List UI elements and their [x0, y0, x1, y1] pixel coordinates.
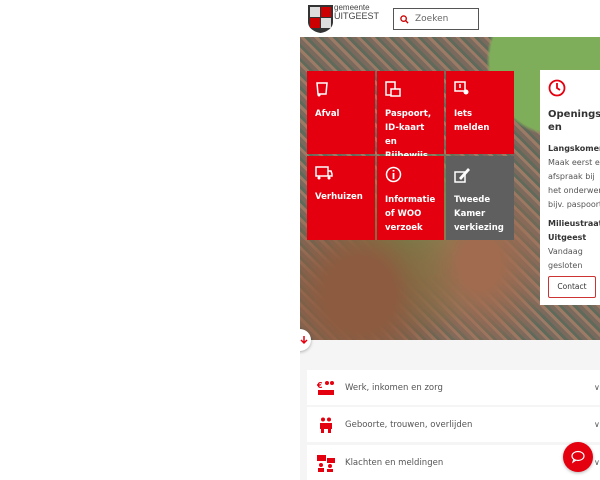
- search-input[interactable]: Zoeken: [393, 8, 479, 30]
- report-location-icon: [454, 81, 469, 95]
- coat-of-arms-logo[interactable]: [307, 4, 334, 33]
- clock-icon: [548, 79, 566, 97]
- topics-section: € Werk, inkomen en zorg ∨ Geboorte, trouwe…: [300, 340, 600, 480]
- info-icon: [385, 166, 402, 183]
- tile-verhuizen[interactable]: Verhuizen: [307, 156, 375, 240]
- complaints-icon: [317, 454, 335, 472]
- accordion-label: Geboorte, trouwen, overlijden: [345, 419, 473, 430]
- tile-label: Informatie of WOO verzoek: [385, 195, 436, 233]
- opening-title: Openingstijden: [548, 109, 600, 133]
- chevron-down-icon: ∨: [594, 420, 600, 429]
- tile-iets-melden[interactable]: Iets melden: [446, 71, 514, 154]
- opening-subtitle: Langskomen?: [548, 144, 600, 153]
- family-icon: [320, 417, 332, 433]
- opening-status: gesloten: [548, 261, 583, 270]
- tile-afval[interactable]: Afval: [307, 71, 375, 154]
- tile-label: Tweede Kamer verkiezing: [454, 195, 504, 233]
- search-placeholder: Zoeken: [415, 14, 449, 24]
- header: gemeente UITGEEST Zoeken: [300, 0, 600, 37]
- contact-button[interactable]: Contact: [548, 276, 596, 298]
- work-income-icon: €: [317, 380, 334, 395]
- vote-icon: [454, 168, 470, 183]
- svg-text:€: €: [317, 381, 323, 390]
- chevron-down-icon: ∨: [594, 383, 600, 392]
- opening-text: Maak eerst een: [548, 158, 600, 167]
- accordion-werk[interactable]: € Werk, inkomen en zorg ∨: [307, 370, 600, 405]
- accordion-label: Werk, inkomen en zorg: [345, 382, 443, 393]
- tile-label: Iets melden: [454, 109, 490, 133]
- tile-label: Verhuizen: [315, 192, 363, 202]
- opening-hours-panel: Openingstijden Langskomen? Maak eerst ee…: [540, 70, 600, 305]
- moving-truck-icon: [315, 166, 333, 180]
- location-name: Milieustraat: [548, 219, 600, 228]
- tile-label: Afval: [315, 109, 340, 119]
- chat-bubble-icon: [571, 450, 585, 464]
- search-icon: [400, 14, 409, 24]
- hero-aerial-image: Afval Paspoort, ID-kaart en Rijbewijs Ie…: [300, 37, 600, 340]
- opening-text: bijv. paspoort: [548, 200, 600, 209]
- chat-button[interactable]: [563, 442, 593, 472]
- location-name: Uitgeest: [548, 233, 587, 242]
- logo-text: gemeente UITGEEST: [334, 4, 380, 21]
- waste-bin-icon: [316, 82, 328, 97]
- tile-label: Paspoort, ID-kaart en Rijbewijs: [385, 109, 432, 161]
- accordion-geboorte[interactable]: Geboorte, trouwen, overlijden ∨: [307, 407, 600, 442]
- page-column: gemeente UITGEEST Zoeken Afval Paspoort, …: [300, 0, 600, 480]
- tile-paspoort[interactable]: Paspoort, ID-kaart en Rijbewijs: [377, 71, 444, 161]
- opening-text: afspraak bij: [548, 172, 595, 181]
- opening-text: het onderwerp,: [548, 186, 600, 195]
- id-card-icon: [385, 81, 401, 97]
- tile-informatie-woo[interactable]: Informatie of WOO verzoek: [377, 156, 444, 240]
- logo-line2: UITGEEST: [334, 11, 380, 21]
- accordion-klachten[interactable]: Klachten en meldingen ∨: [307, 445, 600, 480]
- tile-tweede-kamer[interactable]: Tweede Kamer verkiezing: [446, 156, 514, 240]
- opening-status: Vandaag: [548, 247, 583, 256]
- arrow-down-icon: [300, 336, 308, 345]
- accordion-label: Klachten en meldingen: [345, 457, 444, 468]
- chevron-down-icon: ∨: [594, 458, 600, 467]
